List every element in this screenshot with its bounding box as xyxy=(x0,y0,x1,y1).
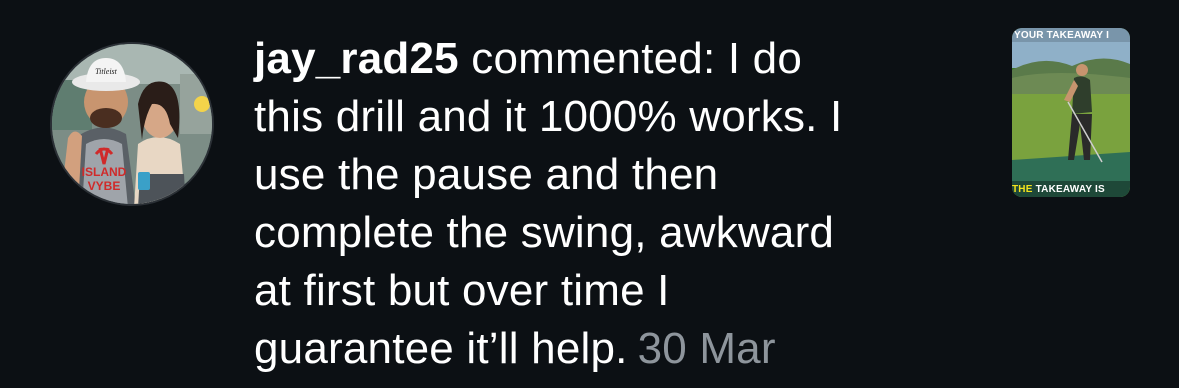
comment-text: jay_rad25 commented: I do this drill and… xyxy=(254,30,954,378)
comment-action-text: commented: I do xyxy=(458,34,803,83)
comment-last-text: guarantee it’ll help. xyxy=(254,324,628,373)
comment-first-line: jay_rad25 commented: I do xyxy=(254,30,954,88)
avatar[interactable]: Titleist ISLAND VYBE xyxy=(50,42,214,206)
comment-last-line: guarantee it’ll help. 30 Mar xyxy=(254,320,954,378)
profile-photo-icon: Titleist ISLAND VYBE xyxy=(52,44,212,204)
comment-notification[interactable]: Titleist ISLAND VYBE jay_rad25 commented… xyxy=(0,0,1179,388)
comment-line: this drill and it 1000% works. I xyxy=(254,92,843,141)
shirt-text-1: ISLAND xyxy=(82,165,127,179)
thumbnail-caption-rest: TAKEAWAY IS xyxy=(1032,184,1105,195)
shirt-text-2: VYBE xyxy=(88,179,121,193)
thumbnail-caption-highlight: THE xyxy=(1012,184,1033,195)
thumbnail-bottom-caption: THE TAKEAWAY IS xyxy=(1012,184,1130,196)
post-thumbnail-icon xyxy=(1012,28,1130,197)
timestamp: 30 Mar xyxy=(637,324,776,373)
post-thumbnail[interactable]: YOUR TAKEAWAY I THE TAKEAWAY IS xyxy=(1012,28,1130,197)
thumbnail-top-caption: YOUR TAKEAWAY I xyxy=(1014,30,1110,41)
hat-logo: Titleist xyxy=(95,67,118,76)
username-link[interactable]: jay_rad25 xyxy=(254,34,459,83)
comment-line: use the pause and then xyxy=(254,150,719,199)
comment-line: at first but over time I xyxy=(254,266,670,315)
comment-line: complete the swing, awkward xyxy=(254,208,835,257)
